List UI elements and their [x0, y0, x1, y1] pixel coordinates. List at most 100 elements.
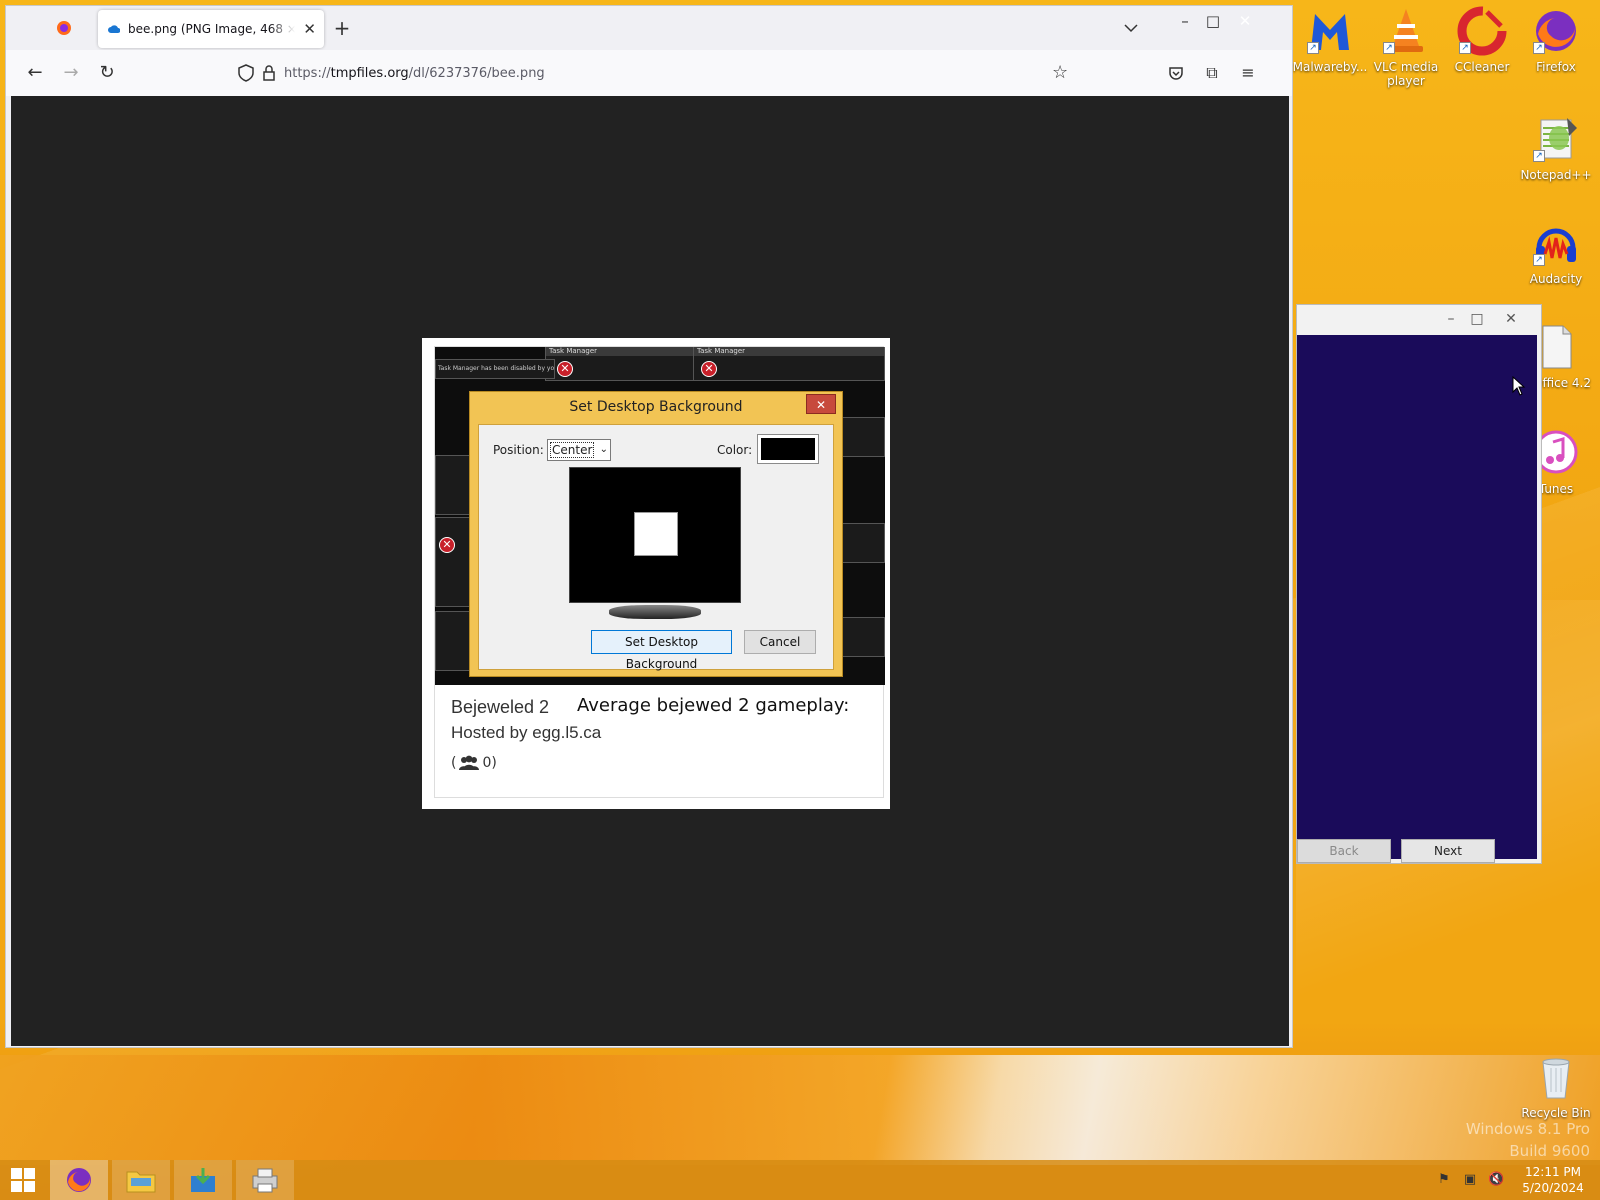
folder-icon: [126, 1171, 156, 1193]
bookmark-star-icon[interactable]: ☆: [1052, 60, 1068, 86]
mouse-cursor-icon: [1512, 376, 1526, 396]
desktop-icon-vlc[interactable]: ↗ VLC media player: [1368, 6, 1444, 88]
bg-window: [435, 455, 471, 515]
desktop-icon-ccleaner[interactable]: ↗ CCleaner: [1444, 6, 1520, 74]
taskbar-installer[interactable]: [174, 1160, 232, 1200]
menu-icon[interactable]: ≡: [1236, 60, 1260, 86]
taskbar: ⚑ ▣ 🔇 12:11 PM 5/20/2024: [0, 1160, 1600, 1200]
watermark-line: Build 9600: [1509, 1142, 1590, 1160]
chevron-down-icon: ⌄: [599, 444, 608, 455]
url-bar[interactable]: https://tmpfiles.org/dl/6237376/bee.png: [230, 58, 1076, 88]
next-button[interactable]: Next: [1401, 839, 1495, 863]
desktop-icon-audacity[interactable]: ↗ Audacity: [1518, 218, 1594, 286]
close-tab-icon[interactable]: ✕: [303, 20, 316, 38]
monitor-stand: [609, 605, 701, 619]
network-icon[interactable]: ▣: [1462, 1172, 1478, 1188]
notepadpp-icon: ↗: [1531, 114, 1581, 164]
close-window-icon[interactable]: ✕: [1232, 10, 1258, 32]
dialog-close-icon: ✕: [806, 394, 836, 414]
desktop-icon-label: Notepad++: [1520, 168, 1592, 182]
vlc-icon: ↗: [1381, 6, 1431, 56]
chevron-down-icon[interactable]: [1122, 20, 1140, 36]
lock-icon[interactable]: [262, 65, 276, 81]
desktop-icon-notepadpp[interactable]: ↗ Notepad++: [1518, 114, 1594, 182]
bg-window: Task Manager: [693, 347, 885, 381]
shield-icon[interactable]: [238, 64, 254, 82]
hosted-by-text: Hosted by egg.l5.ca: [451, 723, 602, 742]
displayed-image[interactable]: Task Manager Task Manager Task Manager h…: [422, 338, 890, 809]
wizard-window[interactable]: – □ ✕ Back Next: [1296, 304, 1542, 864]
dialog-body: Position: Center ⌄ Color: Set Desktop Ba…: [478, 424, 834, 671]
navigation-toolbar: ← → ↻ https://tmpfiles.org/dl/6237376/be…: [6, 50, 1292, 96]
reload-icon[interactable]: ↻: [94, 60, 120, 86]
handwritten-caption: Average bejewed 2 gameplay:: [577, 695, 850, 716]
taskbar-firefox[interactable]: [50, 1160, 108, 1200]
pocket-icon[interactable]: [1164, 60, 1188, 86]
dialog-title: Set Desktop Background: [569, 399, 743, 415]
desktop-icon-firefox[interactable]: ↗ Firefox: [1518, 6, 1594, 74]
taskbar-app[interactable]: [236, 1160, 294, 1200]
start-button[interactable]: [0, 1160, 46, 1200]
windows-logo-icon: [11, 1168, 35, 1192]
minimize-icon[interactable]: –: [1172, 10, 1198, 32]
position-label: Position:: [493, 443, 544, 457]
watermark-line: Windows 8.1 Pro: [1465, 1120, 1590, 1138]
maximize-icon[interactable]: □: [1200, 10, 1226, 32]
wallpaper-streak: [0, 1055, 1600, 1165]
desktop-icon-malwarebytes[interactable]: ↗ Malwareby...: [1292, 6, 1368, 74]
clock[interactable]: 12:11 PM 5/20/2024: [1514, 1164, 1592, 1196]
desktop-icon-label: Malwareby...: [1292, 60, 1368, 74]
installer-icon: [191, 1168, 215, 1192]
desktop-icon-label: Audacity: [1529, 272, 1583, 286]
position-value: Center: [549, 442, 595, 458]
firefox-view-icon[interactable]: [56, 20, 72, 36]
back-button[interactable]: Back: [1297, 839, 1391, 863]
position-select: Center ⌄: [547, 439, 611, 461]
volume-muted-icon[interactable]: 🔇: [1488, 1172, 1504, 1188]
tab-active[interactable]: bee.png (PNG Image, 468 × 471 ✕: [98, 10, 324, 48]
bg-window-text: Task Manager has been disabled by your a…: [435, 359, 555, 379]
card-title: Bejeweled 2: [451, 697, 550, 717]
users-icon: [459, 755, 480, 770]
back-icon[interactable]: ←: [22, 60, 48, 86]
desktop-icon-label: Firefox: [1536, 60, 1576, 74]
error-icon: ✕: [701, 361, 717, 377]
desktop-icon-label: VLC media player: [1373, 60, 1439, 88]
firefox-window: bee.png (PNG Image, 468 × 471 ✕ + – □ ✕ …: [5, 5, 1293, 1048]
extensions-icon[interactable]: ⧉: [1200, 60, 1224, 86]
desktop-icon-recycle-bin[interactable]: Recycle Bin: [1518, 1052, 1594, 1120]
wizard-body: Back Next: [1297, 335, 1537, 863]
recycle-bin-icon: [1531, 1052, 1581, 1102]
set-desktop-background-button: Set Desktop Background: [591, 630, 732, 671]
player-count: ( 0): [451, 755, 497, 771]
cloud-favicon-icon: [108, 25, 120, 33]
preview-thumbnail: [634, 512, 678, 556]
windows-watermark: Windows 8.1 Pro Build 9600: [1466, 1118, 1590, 1162]
page-viewport: Task Manager Task Manager Task Manager h…: [11, 96, 1289, 1046]
firefox-icon: ↗: [1531, 6, 1581, 56]
system-tray: ⚑ ▣ 🔇 12:11 PM 5/20/2024: [1436, 1160, 1592, 1200]
taskbar-file-explorer[interactable]: [112, 1160, 170, 1200]
audacity-icon: ↗: [1531, 218, 1581, 268]
minimize-icon[interactable]: –: [1437, 309, 1465, 329]
clock-time: 12:11 PM: [1525, 1165, 1581, 1179]
clock-date: 5/20/2024: [1522, 1181, 1584, 1195]
tab-title: bee.png (PNG Image, 468 × 471: [128, 22, 296, 36]
cancel-button: Cancel: [744, 630, 816, 654]
maximize-icon[interactable]: □: [1463, 309, 1491, 329]
malwarebytes-icon: ↗: [1305, 6, 1355, 56]
tab-strip: bee.png (PNG Image, 468 × 471 ✕ + – □ ✕: [6, 6, 1292, 50]
url-text[interactable]: https://tmpfiles.org/dl/6237376/bee.png: [284, 66, 545, 81]
game-screenshot: Task Manager Task Manager Task Manager h…: [435, 347, 885, 685]
ccleaner-icon: ↗: [1457, 6, 1507, 56]
forward-icon[interactable]: →: [58, 60, 84, 86]
firefox-icon: [67, 1168, 91, 1192]
color-swatch: [757, 434, 819, 464]
desktop-icon-label: Tunes: [1538, 482, 1574, 496]
wizard-titlebar[interactable]: – □ ✕: [1297, 305, 1541, 335]
game-card: Task Manager Task Manager Task Manager h…: [434, 346, 885, 798]
close-icon[interactable]: ✕: [1497, 309, 1525, 329]
flag-icon[interactable]: ⚑: [1436, 1172, 1452, 1188]
new-tab-icon[interactable]: +: [332, 18, 352, 38]
color-label: Color:: [717, 443, 753, 457]
